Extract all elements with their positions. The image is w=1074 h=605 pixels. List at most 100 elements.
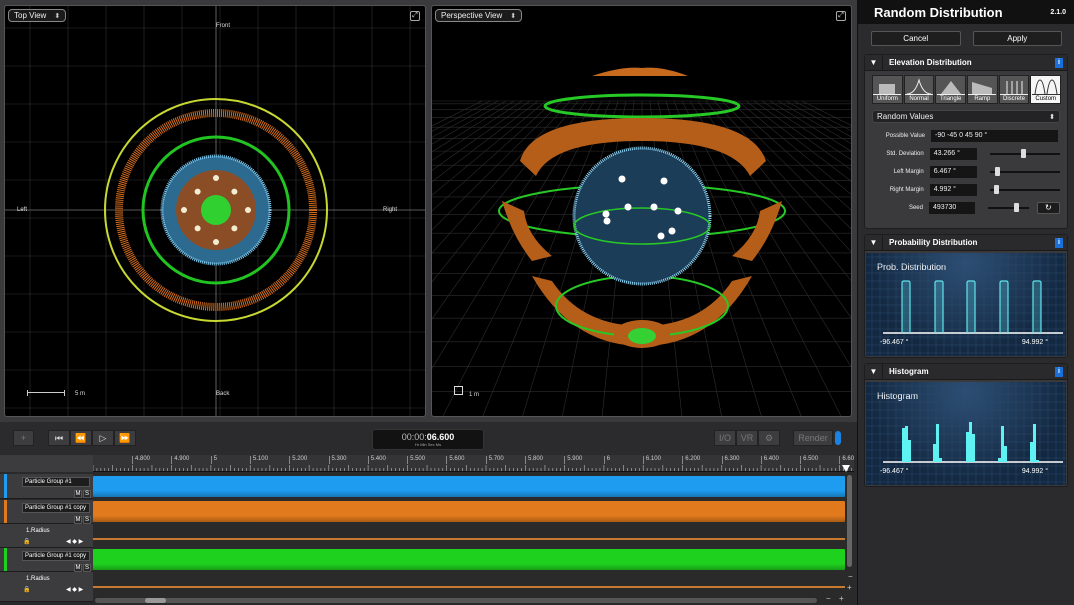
shape-ramp-button[interactable]: Ramp [967, 75, 998, 104]
timecode-display: 00:00:06.600 Hr Min Sec Ms [372, 429, 484, 450]
slider-thumb[interactable] [1013, 203, 1019, 212]
settings-button[interactable]: ⚙ [758, 430, 780, 446]
timecode-value: 06.600 [426, 432, 455, 442]
mode-select[interactable]: Random Values ⬍ [872, 110, 1060, 123]
track-clip[interactable] [93, 549, 845, 570]
shape-label: Discrete [1003, 96, 1026, 102]
probability-section: ▼ Probability Distribution i Prob. Distr… [864, 234, 1068, 358]
lock-icon[interactable]: 🔒 [23, 538, 30, 545]
section-title: Elevation Distribution [889, 58, 972, 67]
solo-button[interactable]: S [83, 516, 91, 524]
scroll-thumb[interactable] [145, 598, 166, 603]
add-button[interactable]: + [13, 430, 34, 446]
zoom-out-icon[interactable]: − [826, 594, 831, 603]
track-header[interactable]: Particle Group #1 M S [0, 474, 93, 499]
shape-triangle-button[interactable]: Triangle [935, 75, 967, 104]
apply-button[interactable]: Apply [972, 31, 1062, 46]
horizontal-scrollbar[interactable] [95, 598, 817, 603]
possible-value-input[interactable]: -90 -45 0 45 90 ° [931, 130, 1058, 142]
info-icon[interactable]: i [1055, 366, 1063, 377]
keyframe-curve [93, 586, 845, 588]
perspective-viewport[interactable]: Perspective View ⬍ ⤢ 1 m [431, 5, 852, 417]
track-name[interactable]: Particle Group #1 [22, 477, 90, 487]
track-clip[interactable] [93, 476, 845, 497]
arrow-marker [602, 210, 610, 218]
time-ruler[interactable]: 4.800 4.900 5 5.100 5.200 5.300 5.400 5.500 5.60… [93, 455, 854, 472]
ruler-tick-label: 5.300 [328, 456, 347, 464]
normal-distribution-icon [905, 78, 933, 95]
io-button[interactable]: I/O [714, 430, 736, 446]
field-slider[interactable] [989, 148, 1060, 160]
rewind-button[interactable]: ⏪ [70, 430, 92, 446]
keyframe-nav-icon[interactable]: ◀ ◆ ▶ [66, 586, 83, 593]
keyframe-nav-icon[interactable]: ◀ ◆ ▶ [66, 538, 83, 545]
ruler-tick-label: 5.200 [289, 456, 307, 464]
probability-peak [934, 280, 944, 333]
track-name[interactable]: Particle Group #1 copy [22, 503, 90, 513]
arrow-marker [618, 175, 626, 183]
track-header[interactable]: Particle Group #1 copy M S [0, 548, 93, 572]
field-input[interactable]: 4.992 ° [929, 184, 977, 196]
top-viewport[interactable]: Top View ⬍ ⤢ Front Back Left Right 5 m [4, 5, 426, 417]
slider-thumb[interactable] [1021, 149, 1027, 158]
shape-custom-button[interactable]: Custom [1030, 75, 1062, 104]
maximize-icon[interactable]: ⤢ [410, 11, 420, 21]
histogram-bar [1036, 460, 1039, 462]
field-slider[interactable] [989, 184, 1060, 196]
mute-button[interactable]: M [74, 564, 82, 572]
shape-normal-button[interactable]: Normal [903, 75, 935, 104]
field-input[interactable]: 43.266 ° [929, 148, 977, 160]
zoom-in-icon[interactable]: + [839, 594, 844, 603]
field-input[interactable]: 493730 [928, 202, 976, 214]
scale-box [454, 386, 463, 395]
shape-discrete-button[interactable]: Discrete [998, 75, 1030, 104]
reseed-button[interactable]: ↻ [1036, 202, 1060, 214]
probability-peak [966, 280, 976, 333]
field-slider[interactable] [988, 202, 1029, 214]
maximize-icon[interactable]: ⤢ [836, 11, 846, 21]
solo-button[interactable]: S [83, 564, 91, 572]
mute-button[interactable]: M [74, 490, 82, 498]
collapse-icon[interactable]: ▼ [865, 364, 883, 379]
track-clip[interactable] [93, 501, 845, 522]
histogram-bar [936, 424, 939, 462]
track-name[interactable]: Particle Group #1 copy [22, 551, 90, 561]
slider-thumb[interactable] [993, 185, 999, 194]
arrow-marker [624, 203, 632, 211]
solo-button[interactable]: S [83, 490, 91, 498]
back-label: Back [216, 391, 230, 397]
shape-uniform-button[interactable]: Uniform [872, 75, 903, 104]
ruler-tick-label: 5.400 [367, 456, 386, 464]
ruler-tick-label: 5.100 [249, 456, 268, 464]
render-button[interactable]: Render [793, 430, 833, 446]
vr-button[interactable]: VR [736, 430, 758, 446]
view-select-perspective[interactable]: Perspective View ⬍ [435, 9, 523, 22]
mute-button[interactable]: M [74, 516, 82, 524]
lock-icon[interactable]: 🔒 [23, 586, 30, 593]
field-row: Seed 493730 ↻ [865, 199, 1067, 217]
view-select-top[interactable]: Top View ⬍ [8, 9, 67, 22]
histogram-bar [902, 428, 905, 462]
zoom-in-icon[interactable]: + [847, 583, 852, 592]
render-toggle[interactable] [835, 431, 841, 445]
subtrack-label: 1.Radius [26, 576, 50, 582]
skip-start-button[interactable]: ⏮ [48, 430, 70, 446]
info-icon[interactable]: i [1055, 237, 1063, 248]
zoom-out-icon[interactable]: − [848, 572, 853, 581]
play-button[interactable]: ▷ [92, 430, 114, 446]
fast-forward-button[interactable]: ⏩ [114, 430, 136, 446]
field-slider[interactable] [989, 166, 1060, 178]
info-icon[interactable]: i [1055, 57, 1063, 68]
track-header[interactable]: Particle Group #1 copy M S [0, 500, 93, 524]
collapse-icon[interactable]: ▼ [865, 55, 883, 70]
cancel-button[interactable]: Cancel [871, 31, 961, 46]
ruler-tick-label: 6.200 [682, 456, 700, 464]
collapse-icon[interactable]: ▼ [865, 235, 883, 250]
field-label: Right Margin [889, 187, 924, 193]
max-label: 94.992 ° [1021, 468, 1048, 475]
gear-icon: ⚙ [764, 432, 774, 443]
keyframe-curve [93, 538, 845, 540]
field-input[interactable]: 6.467 ° [929, 166, 977, 178]
slider-thumb[interactable] [995, 167, 1001, 176]
vertical-scrollbar[interactable] [847, 475, 852, 567]
